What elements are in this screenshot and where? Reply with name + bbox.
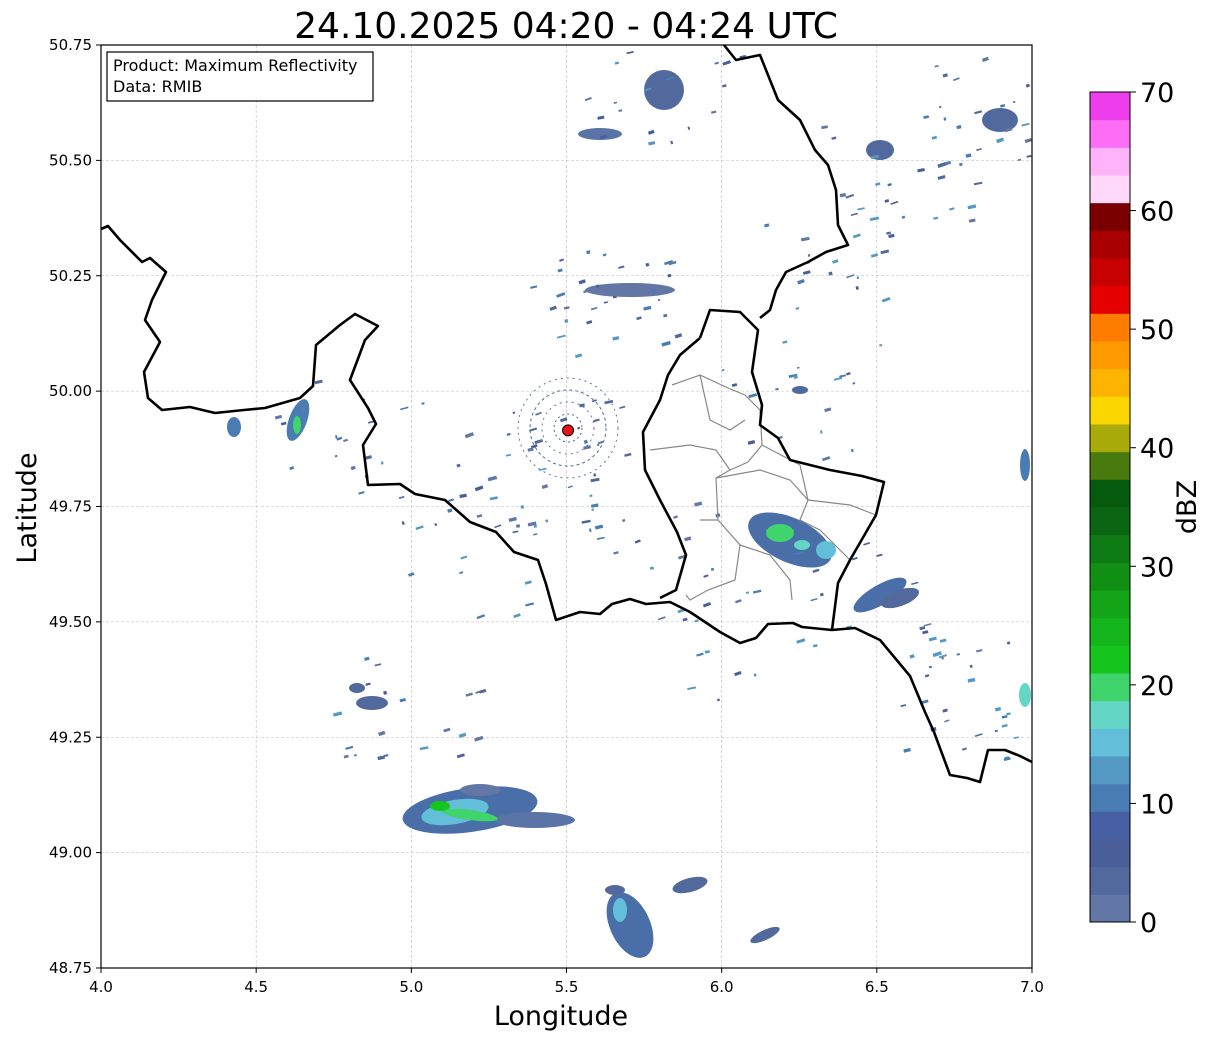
colorbar-tick-label: 30 <box>1140 552 1174 583</box>
colorbar-segment <box>1090 396 1130 425</box>
y-tick-label: 49.00 <box>49 844 92 862</box>
colorbar <box>1089 91 1131 923</box>
colorbar-segment <box>1090 617 1130 646</box>
y-tick-label: 49.50 <box>49 613 92 631</box>
colorbar-segment <box>1090 258 1130 287</box>
colorbar-segment <box>1090 341 1130 370</box>
x-axis-label: Longitude <box>494 1001 628 1032</box>
colorbar-segment <box>1090 894 1130 923</box>
colorbar-segment <box>1090 562 1130 591</box>
colorbar-segment <box>1090 839 1130 868</box>
colorbar-segment <box>1090 673 1130 702</box>
colorbar-segment <box>1090 285 1130 314</box>
info-product: Product: Maximum Reflectivity <box>113 56 357 75</box>
y-tick-label: 50.25 <box>49 267 92 285</box>
x-tick-label: 6.5 <box>865 978 889 996</box>
colorbar-segment <box>1090 147 1130 176</box>
info-data-source: Data: RMIB <box>113 77 202 96</box>
x-axis-ticks: 4.0 4.5 5.0 5.5 6.0 6.5 7.0 <box>89 968 1044 996</box>
colorbar-segment <box>1090 783 1130 812</box>
colorbar-segment <box>1090 479 1130 508</box>
x-tick-label: 4.0 <box>89 978 113 996</box>
colorbar-tick-label: 60 <box>1140 197 1174 228</box>
colorbar-segment <box>1090 728 1130 757</box>
colorbar-tick-label: 20 <box>1140 671 1174 702</box>
y-tick-label: 50.50 <box>49 151 92 169</box>
colorbar-tick-label: 10 <box>1140 789 1174 820</box>
y-tick-label: 50.00 <box>49 382 92 400</box>
y-tick-label: 50.75 <box>49 36 92 54</box>
colorbar-segment <box>1090 368 1130 397</box>
colorbar-segment <box>1090 92 1130 121</box>
x-tick-label: 6.0 <box>710 978 734 996</box>
y-axis-ticks: 48.75 49.00 49.25 49.50 49.75 50.00 50.25 50.50… <box>49 36 101 977</box>
y-tick-label: 49.75 <box>49 498 92 516</box>
colorbar-segment <box>1090 534 1130 563</box>
colorbar-segment <box>1090 700 1130 729</box>
colorbar-tick-label: 40 <box>1140 434 1174 465</box>
colorbar-segment <box>1090 202 1130 231</box>
colorbar-segment <box>1090 175 1130 204</box>
x-tick-label: 4.5 <box>244 978 268 996</box>
colorbar-label: dBZ <box>1172 480 1203 534</box>
radar-figure: 24.10.2025 04:20 - 04:24 UTC Product: Ma… <box>12 6 1203 1032</box>
colorbar-tick-label: 0 <box>1140 908 1157 939</box>
x-tick-label: 7.0 <box>1020 978 1044 996</box>
y-tick-label: 49.25 <box>49 728 92 746</box>
colorbar-segment <box>1090 645 1130 674</box>
colorbar-segment <box>1090 590 1130 619</box>
colorbar-segment <box>1090 756 1130 785</box>
x-tick-label: 5.0 <box>399 978 423 996</box>
colorbar-segment <box>1090 451 1130 480</box>
colorbar-ticks: 0 10 20 30 40 50 60 70 <box>1130 78 1174 939</box>
y-axis-label: Latitude <box>12 452 43 563</box>
colorbar-segment <box>1090 230 1130 259</box>
map-axes <box>100 44 1033 969</box>
radar-site-marker <box>562 424 575 437</box>
colorbar-tick-label: 70 <box>1140 78 1174 109</box>
x-tick-label: 5.5 <box>555 978 579 996</box>
colorbar-segment <box>1090 866 1130 895</box>
colorbar-segment <box>1090 313 1130 342</box>
map-title: 24.10.2025 04:20 - 04:24 UTC <box>294 6 838 47</box>
colorbar-segment <box>1090 119 1130 148</box>
info-box: Product: Maximum Reflectivity Data: RMIB <box>106 51 374 102</box>
colorbar-segment <box>1090 811 1130 840</box>
colorbar-segment <box>1090 424 1130 453</box>
colorbar-segment <box>1090 507 1130 536</box>
y-tick-label: 48.75 <box>49 959 92 977</box>
colorbar-tick-label: 50 <box>1140 315 1174 346</box>
